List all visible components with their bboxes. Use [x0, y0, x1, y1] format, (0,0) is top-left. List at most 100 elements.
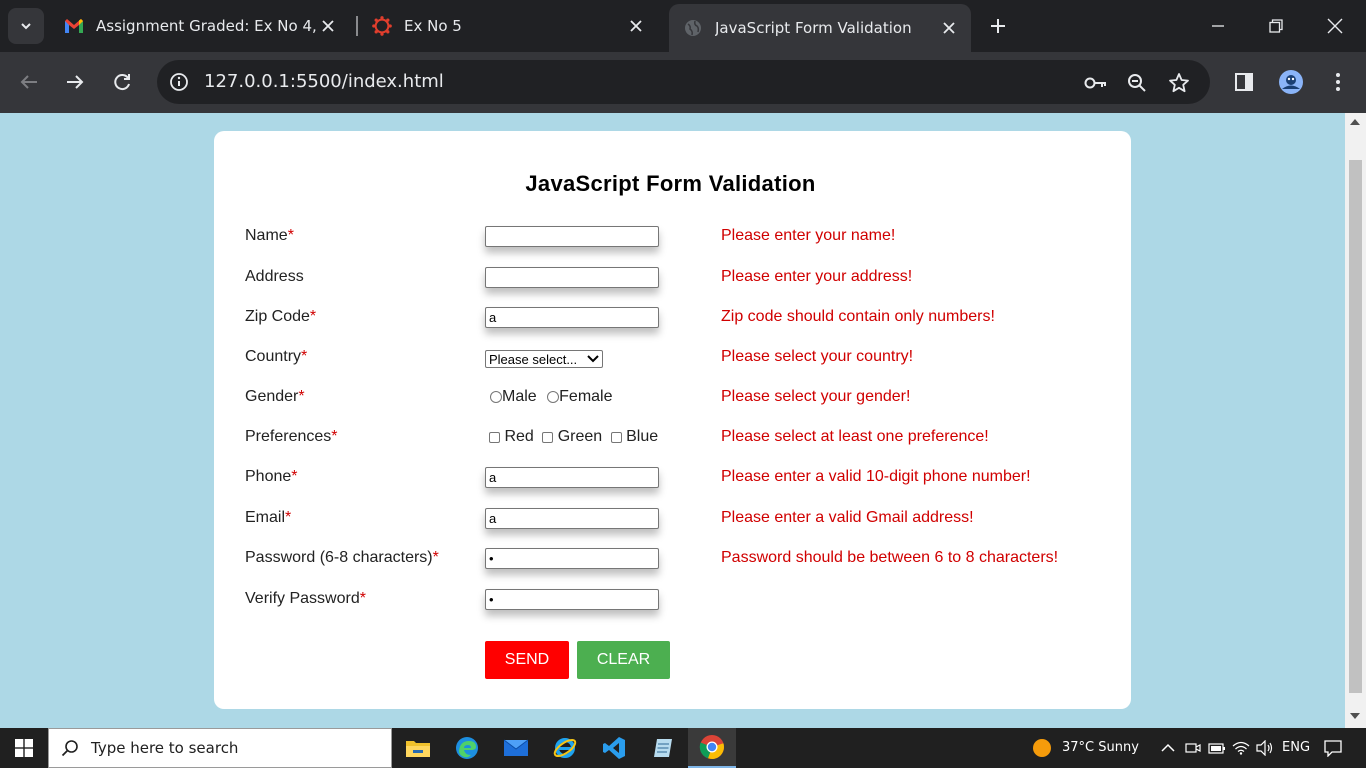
internet-explorer-icon[interactable]: [541, 728, 589, 768]
pref-red-checkbox[interactable]: [489, 431, 500, 443]
volume-icon[interactable]: [1255, 738, 1275, 758]
tab-gmail[interactable]: Assignment Graded: Ex No 4, 21: [50, 8, 350, 44]
reload-button[interactable]: [108, 68, 136, 96]
phone-label: Phone*: [245, 468, 298, 485]
password-input[interactable]: •: [485, 548, 659, 569]
close-tab-icon[interactable]: [937, 16, 961, 40]
address-label: Address: [245, 268, 304, 285]
preferences-error: Please select at least one preference!: [721, 428, 989, 445]
address-row: Address Please enter your address!: [214, 263, 1131, 293]
required-mark: *: [298, 388, 305, 405]
zip-input[interactable]: a: [485, 307, 659, 328]
menu-button[interactable]: [1324, 68, 1352, 96]
pref-green-checkbox[interactable]: [542, 431, 554, 443]
chrome-icon[interactable]: [688, 728, 736, 768]
send-button[interactable]: SEND: [485, 641, 569, 679]
tab-form-validation[interactable]: JavaScript Form Validation: [669, 4, 971, 52]
globe-icon: [683, 18, 703, 38]
pref-blue-label: Blue: [626, 428, 659, 445]
close-tab-icon[interactable]: [624, 14, 648, 38]
edge-icon[interactable]: [443, 728, 491, 768]
new-tab-button[interactable]: [984, 12, 1012, 40]
required-mark: *: [331, 428, 338, 445]
address-bar[interactable]: 127.0.0.1:5500/index.html: [157, 60, 1210, 104]
weather-sun-icon[interactable]: [1032, 738, 1052, 758]
arrow-right-icon: [67, 75, 84, 89]
start-button[interactable]: [0, 728, 48, 768]
file-explorer-icon[interactable]: [394, 728, 442, 768]
gender-label: Gender*: [245, 388, 305, 405]
back-button[interactable]: [15, 68, 43, 96]
page-scrollbar[interactable]: [1345, 113, 1366, 728]
taskbar-search-box[interactable]: Type here to search: [48, 728, 392, 768]
zip-row: Zip Code* a Zip code should contain only…: [214, 303, 1131, 333]
search-icon: [61, 740, 78, 757]
password-key-icon[interactable]: [1083, 70, 1109, 96]
tab-ex-no-5[interactable]: Ex No 5: [358, 8, 658, 44]
close-window-button[interactable]: [1321, 12, 1349, 40]
email-label: Email*: [245, 509, 292, 526]
windows-taskbar: Type here to search 37°C Sunny ENG: [0, 728, 1366, 768]
gender-female-radio[interactable]: [547, 391, 560, 403]
side-panel-button[interactable]: [1230, 68, 1258, 96]
bookmark-star-icon[interactable]: [1166, 70, 1192, 96]
password-row: Password (6-8 characters)* • Password sh…: [214, 544, 1131, 574]
email-error: Please enter a valid Gmail address!: [721, 509, 974, 526]
country-error: Please select your country!: [721, 348, 914, 365]
zoom-icon[interactable]: [1124, 70, 1150, 96]
name-label: Name*: [245, 227, 294, 244]
required-mark: *: [285, 509, 292, 526]
address-error: Please enter your address!: [721, 268, 913, 285]
scrollbar-thumb[interactable]: [1349, 160, 1362, 693]
notifications-icon[interactable]: [1323, 738, 1343, 758]
name-error: Please enter your name!: [721, 227, 896, 244]
gender-male-radio[interactable]: [490, 391, 502, 403]
plus-icon: [991, 19, 1005, 33]
country-selected-value: Please select...: [489, 351, 578, 367]
site-info-icon[interactable]: [165, 68, 193, 96]
vscode-icon[interactable]: [590, 728, 638, 768]
name-input[interactable]: [485, 226, 659, 247]
meet-now-icon[interactable]: [1183, 738, 1203, 758]
notepad-icon[interactable]: [639, 728, 687, 768]
battery-icon[interactable]: [1207, 738, 1227, 758]
chevron-down-icon: [587, 353, 599, 365]
gmail-icon: [64, 16, 84, 36]
email-input[interactable]: a: [485, 508, 659, 529]
restore-icon: [1269, 19, 1283, 33]
mail-icon[interactable]: [492, 728, 540, 768]
arrow-left-icon: [20, 75, 37, 89]
gender-male-label: Male: [502, 388, 537, 405]
tab-search-button[interactable]: [8, 8, 44, 44]
scroll-up-icon[interactable]: [1350, 119, 1360, 125]
profile-button[interactable]: [1277, 68, 1305, 96]
address-input[interactable]: [485, 267, 659, 288]
required-mark: *: [432, 549, 439, 566]
country-select[interactable]: Please select...: [485, 350, 603, 368]
minimize-button[interactable]: [1204, 12, 1232, 40]
scroll-down-icon[interactable]: [1350, 713, 1360, 719]
preferences-label: Preferences*: [245, 428, 338, 445]
verify-password-label: Verify Password*: [245, 590, 366, 607]
pref-blue-checkbox[interactable]: [610, 431, 622, 443]
zip-label: Zip Code*: [245, 308, 317, 325]
close-tab-icon[interactable]: [316, 14, 340, 38]
language-indicator[interactable]: ENG: [1282, 740, 1310, 755]
wifi-icon[interactable]: [1231, 738, 1251, 758]
forward-button[interactable]: [61, 68, 89, 96]
weather-text[interactable]: 37°C Sunny: [1062, 740, 1139, 755]
gender-row: Gender* Male Female Please select your g…: [214, 383, 1131, 413]
password-error: Password should be between 6 to 8 charac…: [721, 549, 1059, 566]
form-card: JavaScript Form Validation Name* Please …: [214, 131, 1131, 709]
chevron-up-icon[interactable]: [1158, 738, 1178, 758]
clear-button[interactable]: CLEAR: [577, 641, 670, 679]
required-mark: *: [359, 590, 366, 607]
phone-input[interactable]: a: [485, 467, 659, 488]
password-label: Password (6-8 characters)*: [245, 549, 439, 566]
restore-button[interactable]: [1262, 12, 1290, 40]
url-text: 127.0.0.1:5500/index.html: [204, 71, 444, 92]
country-label: Country*: [245, 348, 308, 365]
reload-icon: [114, 74, 130, 91]
required-mark: *: [301, 348, 308, 365]
verify-password-input[interactable]: •: [485, 589, 659, 610]
